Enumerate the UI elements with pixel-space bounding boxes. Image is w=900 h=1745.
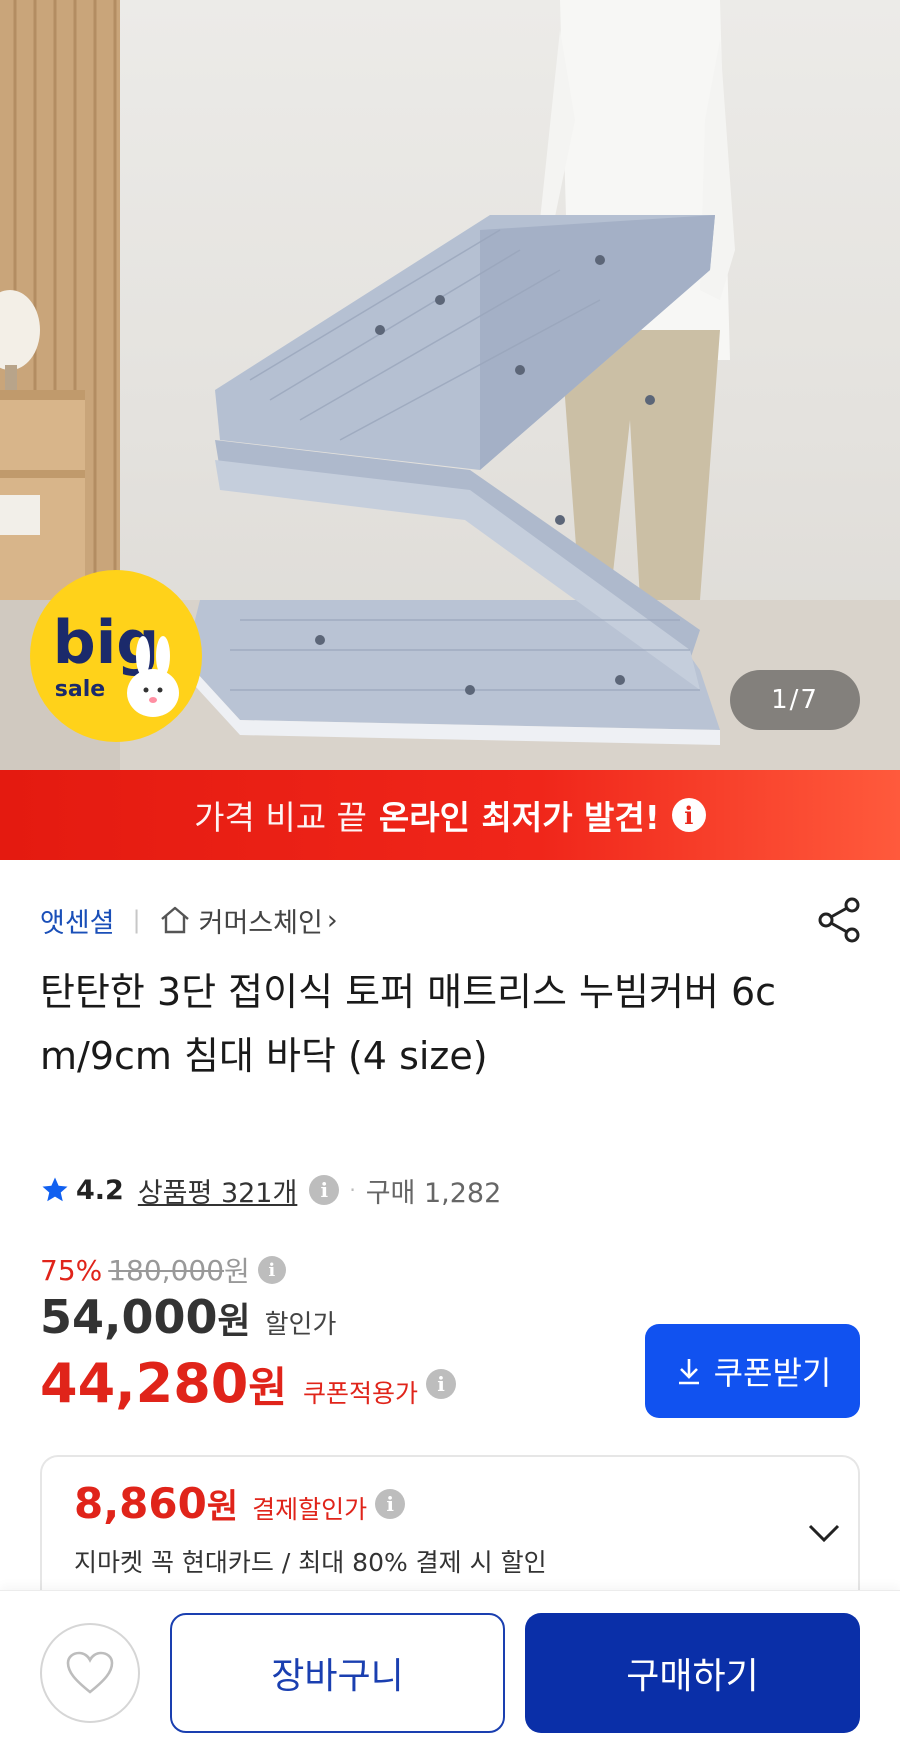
info-icon[interactable]: i <box>426 1368 457 1399</box>
sale-price-row: 54,000 원 할인가 <box>40 1290 336 1344</box>
card-discount-price-row: 8,860 원 결제할인가 i <box>74 1479 406 1528</box>
heart-icon <box>66 1651 114 1694</box>
promo-text-strong: 온라인 최저가 발견! <box>378 798 660 837</box>
info-icon[interactable]: i <box>257 1256 286 1284</box>
share-button[interactable] <box>815 895 865 945</box>
original-price-row: 75% 180,000 원 i <box>40 1250 286 1290</box>
discount-percent: 75% <box>40 1253 103 1287</box>
store-link[interactable]: 커머스체인 › <box>159 901 338 940</box>
sale-price-label: 할인가 <box>264 1310 337 1340</box>
download-icon <box>678 1359 699 1385</box>
rating-row: 4.2 상품평 321개 i · 구매 1,282 <box>40 1170 501 1210</box>
get-coupon-button[interactable]: 쿠폰받기 <box>645 1324 860 1418</box>
buy-now-button[interactable]: 구매하기 <box>525 1613 860 1733</box>
lowest-price-banner[interactable]: 가격 비교 끝 온라인 최저가 발견! i <box>0 770 900 860</box>
coupon-price-label: 쿠폰적용가 <box>303 1379 419 1408</box>
dot-separator: · <box>349 1178 356 1202</box>
original-price: 180,000 <box>108 1253 225 1287</box>
coupon-price: 44,280 <box>40 1352 249 1415</box>
sale-price: 54,000 <box>40 1290 218 1344</box>
home-icon <box>160 906 189 934</box>
card-discount-panel[interactable]: 8,860 원 결제할인가 i 지마켓 꼭 현대카드 / 최대 80% 결제 시… <box>40 1455 860 1605</box>
brand-link[interactable]: 앳센셜 <box>40 901 115 940</box>
badge-sale-text: sale <box>55 677 105 702</box>
info-icon[interactable]: i <box>375 1488 406 1519</box>
card-discount-description: 지마켓 꼭 현대카드 / 최대 80% 결제 시 할인 <box>74 1548 547 1577</box>
wishlist-button[interactable] <box>40 1623 140 1723</box>
big-sale-badge: big sale <box>28 568 204 744</box>
card-discount-price: 8,860 <box>74 1479 207 1528</box>
star-icon <box>42 1177 68 1202</box>
chevron-right-icon: › <box>326 904 338 936</box>
card-discount-unit: 원 <box>206 1487 239 1527</box>
divider: | <box>132 906 141 934</box>
image-counter: 1/7 <box>730 670 860 730</box>
purchase-count: 구매 1,282 <box>365 1177 502 1209</box>
add-to-cart-button[interactable]: 장바구니 <box>170 1613 505 1733</box>
reviews-link[interactable]: 상품평 321개 <box>138 1171 297 1210</box>
share-icon <box>818 897 860 943</box>
info-icon[interactable]: i <box>309 1175 340 1205</box>
promo-text-light: 가격 비교 끝 <box>194 798 367 837</box>
product-image-carousel[interactable]: big sale 1/7 <box>0 0 900 770</box>
chevron-down-icon[interactable] <box>804 1513 844 1553</box>
get-coupon-label: 쿠폰받기 <box>713 1355 832 1391</box>
coupon-price-row: 44,280 원 쿠폰적용가 i <box>40 1352 457 1415</box>
info-icon[interactable]: i <box>671 798 706 832</box>
card-discount-label: 결제할인가 <box>252 1495 368 1524</box>
bottom-action-bar: 장바구니 구매하기 <box>0 1590 900 1745</box>
original-price-unit: 원 <box>224 1255 250 1288</box>
coupon-price-unit: 원 <box>248 1363 288 1412</box>
product-title: 탄탄한 3단 접이식 토퍼 매트리스 누빔커버 6cm/9cm 침대 바닥 (4… <box>40 970 777 1078</box>
seller-row: 앳센셜 | 커머스체인 › <box>40 900 338 940</box>
rating-score: 4.2 <box>76 1174 124 1206</box>
store-name: 커머스체인 <box>198 907 323 939</box>
sale-price-unit: 원 <box>217 1301 251 1342</box>
